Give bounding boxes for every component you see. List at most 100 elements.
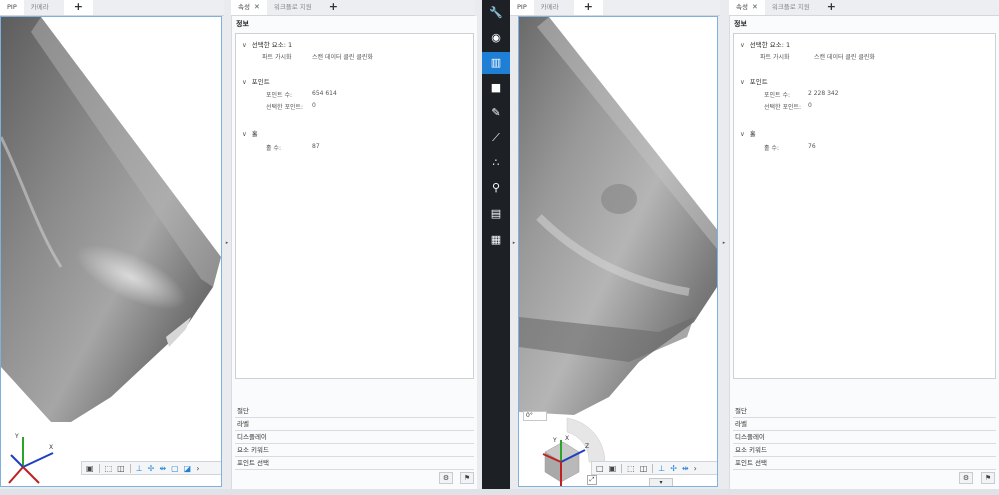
left-row-selected-points-value: 0 bbox=[312, 102, 316, 109]
left-section-cut[interactable]: 절단 bbox=[235, 405, 474, 418]
right-row-part-label: 파트 가시화 bbox=[760, 54, 790, 61]
left-row-part-value: 스캔 데이터 클린 클린화 bbox=[312, 54, 373, 61]
select-rect-icon[interactable]: ⬚ bbox=[627, 464, 635, 473]
left-section-display[interactable]: 디스플레이 bbox=[235, 431, 474, 444]
right-panel-add-button[interactable]: + bbox=[817, 0, 846, 15]
left-collapse-handle-icon[interactable]: ▸ bbox=[223, 240, 231, 246]
panel-settings-icon[interactable]: ⚙ bbox=[439, 472, 453, 484]
pen-icon[interactable]: ⟋ bbox=[482, 127, 510, 149]
right-add-tab-button[interactable]: + bbox=[573, 0, 603, 15]
brush-icon[interactable]: ✎ bbox=[482, 102, 510, 124]
right-panel-tabbar: 속성 ✕ 워크플로 지원 + bbox=[729, 0, 999, 16]
cross-icon[interactable]: ✢ bbox=[670, 464, 677, 473]
align-icon[interactable]: ⊥ bbox=[658, 464, 665, 473]
columns-icon[interactable]: ▥ bbox=[482, 52, 510, 74]
left-info-tree: ∨ 선택한 요소: 1 파트 가시화 스캔 데이터 클린 클린화 ∨ 포인트 포인트… bbox=[235, 33, 474, 379]
left-group-selected[interactable]: ∨ 선택한 요소: 1 bbox=[242, 39, 292, 49]
left-3d-viewport[interactable]: Y X ▣ ⬚ ◫ ⊥ ✢ ⇹ ▢ ◪ › bbox=[0, 16, 222, 487]
right-row-point-count-value: 2 228 342 bbox=[808, 90, 839, 97]
chevron-down-icon: ∨ bbox=[740, 78, 745, 86]
camera-icon[interactable]: ■ bbox=[482, 77, 510, 99]
left-row-selected-points-label: 선택한 포인트: bbox=[266, 104, 304, 111]
close-icon[interactable]: ✕ bbox=[752, 3, 758, 11]
search-icon[interactable]: ⚲ bbox=[482, 177, 510, 199]
right-tab-pip[interactable]: PIP bbox=[510, 0, 534, 15]
right-info-tree: ∨ 선택한 요소: 1 파트 가시화 스캔 데이터 클린 클린화 ∨ 포인트 포인트… bbox=[733, 33, 996, 379]
left-row-point-count-value: 654 614 bbox=[312, 90, 337, 97]
select-rect-icon[interactable]: ⬚ bbox=[105, 464, 113, 473]
right-row-selected-points-label: 선택한 포인트: bbox=[764, 104, 802, 111]
right-collapse-handle-icon[interactable]: ▸ bbox=[720, 240, 728, 246]
expand-icon[interactable]: ⤢ bbox=[587, 475, 597, 485]
monitor-icon[interactable]: ▣ bbox=[86, 464, 94, 473]
right-orientation-cube[interactable]: Y X Z bbox=[527, 410, 617, 487]
left-section-keywords[interactable]: 요소 키워드 bbox=[235, 444, 474, 457]
document-icon[interactable]: ▤ bbox=[482, 203, 510, 225]
section-icon[interactable]: ◫ bbox=[640, 464, 648, 473]
close-icon[interactable]: ✕ bbox=[254, 3, 260, 11]
chevron-down-icon: ∨ bbox=[740, 41, 745, 49]
left-view-toolbar: ▣ ⬚ ◫ ⊥ ✢ ⇹ ▢ ◪ › bbox=[81, 461, 221, 475]
right-3d-viewport[interactable]: 0° Y X Z □ ▣ ⬚ ◫ ⊥ ✢ ⇹ › ▾ ⤢ bbox=[518, 16, 718, 487]
status-strip bbox=[0, 489, 999, 495]
right-section-list: 절단 라벨 디스플레이 요소 키워드 포인트 선택 bbox=[733, 405, 996, 470]
left-panel-tab-properties[interactable]: 속성 ✕ bbox=[231, 0, 267, 15]
right-panel-tab-workflow[interactable]: 워크플로 지원 bbox=[765, 0, 817, 15]
right-row-point-count-label: 포인트 수: bbox=[764, 92, 791, 99]
compass-icon[interactable]: ◉ bbox=[482, 27, 510, 49]
panel-pin-icon[interactable]: ⚑ bbox=[981, 472, 995, 484]
left-axis-triad: Y X bbox=[8, 433, 54, 484]
chevron-down-icon: ∨ bbox=[242, 78, 247, 86]
more-arrow-icon[interactable]: › bbox=[694, 464, 697, 473]
left-add-tab-button[interactable]: + bbox=[63, 0, 93, 15]
monitor-icon[interactable]: ▣ bbox=[609, 464, 617, 473]
grid-icon[interactable]: ▦ bbox=[482, 229, 510, 251]
right-group-holes[interactable]: ∨ 홀 bbox=[740, 128, 756, 138]
right-axis-label-y: Y bbox=[552, 437, 557, 444]
square-icon[interactable]: □ bbox=[596, 464, 604, 473]
frame-icon[interactable]: ▢ bbox=[171, 464, 179, 473]
tool-sidebar: 🔧 ◉ ▥ ■ ✎ ⟋ ∴ ⚲ ▤ ▦ bbox=[482, 0, 510, 495]
left-group-points[interactable]: ∨ 포인트 bbox=[242, 76, 270, 86]
right-panel-tab-properties[interactable]: 속성 ✕ bbox=[729, 0, 765, 15]
right-section-display[interactable]: 디스플레이 bbox=[733, 431, 996, 444]
right-axis-label-x: X bbox=[565, 435, 569, 442]
left-section-point-select[interactable]: 포인트 선택 bbox=[235, 457, 474, 470]
chevron-down-icon: ∨ bbox=[242, 130, 247, 138]
left-panel-tab-workflow[interactable]: 워크플로 지원 bbox=[267, 0, 319, 15]
right-group-points[interactable]: ∨ 포인트 bbox=[740, 76, 768, 86]
cross-icon[interactable]: ✢ bbox=[148, 464, 155, 473]
section-icon[interactable]: ◫ bbox=[117, 464, 125, 473]
right-section-point-select[interactable]: 포인트 선택 bbox=[733, 457, 996, 470]
wrench-icon[interactable]: 🔧 bbox=[482, 2, 510, 24]
right-viewer-tabbar: PIP 카메라 + bbox=[510, 0, 720, 16]
left-row-part-label: 파트 가시화 bbox=[262, 54, 292, 61]
fit-icon[interactable]: ◪ bbox=[184, 464, 192, 473]
plane-icon[interactable]: ⇹ bbox=[159, 464, 166, 473]
right-group-selected[interactable]: ∨ 선택한 요소: 1 bbox=[740, 39, 790, 49]
left-section-label[interactable]: 라벨 bbox=[235, 418, 474, 431]
left-row-point-count-label: 포인트 수: bbox=[266, 92, 293, 99]
left-tab-pip[interactable]: PIP bbox=[0, 0, 24, 15]
more-arrow-icon[interactable]: › bbox=[196, 464, 199, 473]
left-axis-label-x: X bbox=[49, 444, 53, 451]
right-row-selected-points-value: 0 bbox=[808, 102, 812, 109]
left-section-list: 절단 라벨 디스플레이 요소 키워드 포인트 선택 bbox=[235, 405, 474, 470]
nodes-icon[interactable]: ∴ bbox=[482, 152, 510, 174]
right-view-toolbar: □ ▣ ⬚ ◫ ⊥ ✢ ⇹ › bbox=[591, 461, 717, 475]
right-tab-camera[interactable]: 카메라 bbox=[534, 0, 574, 15]
left-row-hole-count-value: 87 bbox=[312, 143, 320, 150]
align-icon[interactable]: ⊥ bbox=[136, 464, 143, 473]
left-group-holes[interactable]: ∨ 홀 bbox=[242, 128, 258, 138]
right-section-keywords[interactable]: 요소 키워드 bbox=[733, 444, 996, 457]
plane-icon[interactable]: ⇹ bbox=[682, 464, 689, 473]
right-section-label[interactable]: 라벨 bbox=[733, 418, 996, 431]
left-row-hole-count-label: 홀 수: bbox=[266, 145, 281, 152]
panel-pin-icon[interactable]: ⚑ bbox=[460, 472, 474, 484]
left-tab-camera[interactable]: 카메라 bbox=[24, 0, 64, 15]
right-section-cut[interactable]: 절단 bbox=[733, 405, 996, 418]
dropdown-arrow-icon[interactable]: ▾ bbox=[649, 478, 673, 486]
right-left-collapse-handle-icon[interactable]: ▸ bbox=[510, 240, 518, 246]
left-panel-add-button[interactable]: + bbox=[319, 0, 348, 15]
panel-settings-icon[interactable]: ⚙ bbox=[959, 472, 973, 484]
